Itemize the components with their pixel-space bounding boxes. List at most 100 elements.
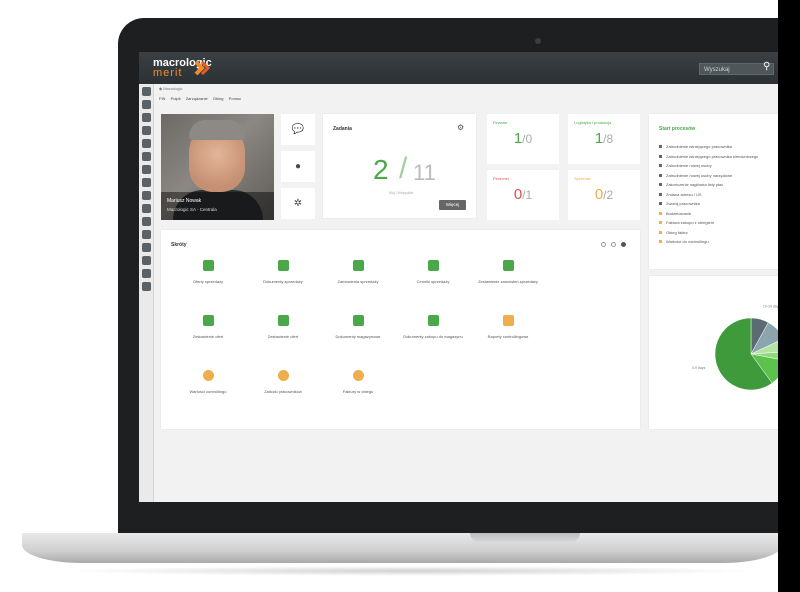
avatar-hair [189,120,245,140]
stat-value: 0 [594,186,604,203]
stat-total: /2 [603,188,614,202]
stat-value: 1 [594,130,604,147]
clock-icon[interactable] [142,269,151,278]
shortcut-label: Zamówienia sprzedaży [337,279,379,284]
stat-total: /1 [522,188,533,202]
chat-button[interactable]: 💬 [281,114,315,145]
laptop-shadow [60,566,760,576]
briefcase-icon[interactable] [142,191,151,200]
start-process-item[interactable]: Zwolnij pracownika [659,201,700,206]
app-header: macrologic merit Wyszukaj ⚲ [139,52,800,84]
breadcrumb[interactable]: ◆ Macrologic [159,86,183,91]
menu-item[interactable]: Pomoc [229,96,241,101]
users-icon[interactable] [142,100,151,109]
shortcuts-title: Skróty [171,242,187,248]
bar-chart-icon[interactable] [142,256,151,265]
bullet-icon [659,164,662,168]
start-process-item[interactable]: Zakończenie nagłówka listy płac [659,182,723,187]
start-process-item[interactable]: Zatrudnienie nowej osoby narzędowe [659,173,732,178]
start-processes-title: Start procesów [659,126,696,132]
more-button[interactable]: Więcej [439,200,466,210]
stat-label: Sprzedaż [574,176,591,181]
shortcut-item[interactable]: Faktury w obiegu [323,370,393,394]
tools-icon[interactable] [142,230,151,239]
box-icon[interactable] [142,165,151,174]
image-edge [778,0,800,592]
home-icon[interactable] [142,87,151,96]
stat-label: Logistyka i produkcja [574,120,612,125]
stat-logistics[interactable]: Logistyka i produkcja 1/8 [568,114,640,164]
shortcut-item[interactable]: Dokumenty zakupu do magazynu [398,315,468,339]
start-process-item[interactable]: Zmiana adresu / US [659,192,702,197]
start-process-item[interactable]: Wartości do controllingu [659,239,709,244]
shortcut-item[interactable]: Zamówienia sprzedaży [323,260,393,284]
shortcut-item[interactable]: Zestawienie zamówień sprzedaży [473,260,543,284]
shortcut-label: Cenniki sprzedaży [416,279,450,284]
stat-value: 1 [513,130,523,147]
tree-icon: ✲ [293,198,303,209]
stat-total: /8 [603,132,614,146]
shortcuts-card: Skróty Oferty sprzedaży Dokumenty sprzeda… [161,230,640,429]
shortcut-item[interactable]: Zaliczki pracowników [248,370,318,394]
start-process-label: Wartości do controllingu [666,239,709,244]
pager-dot[interactable] [601,242,606,247]
money-icon[interactable] [142,243,151,252]
stat-sales[interactable]: Sprzedaż 0/2 [568,170,640,220]
report-icon [502,315,514,326]
factory-icon[interactable] [142,217,151,226]
tree-button[interactable]: ✲ [281,188,315,219]
profile-name: Mariusz Nowak [167,198,202,204]
pie-slice-label: 0-9 days [692,366,706,370]
stat-total: /0 [522,132,533,146]
arrow-icon[interactable] [142,152,151,161]
menu-item[interactable]: Obieg [213,96,224,101]
calculator-icon[interactable] [142,113,151,122]
search-icon[interactable]: ⚲ [763,61,770,72]
globe-button[interactable]: ● [281,151,315,182]
bullet-icon [659,202,662,206]
bullet-icon [659,173,662,177]
shortcut-label: Raporty controllingowe [487,334,529,339]
pager-dot-active[interactable] [621,242,626,247]
start-process-item[interactable]: Zatrudnienie istniejącego pracownika kie… [659,154,758,159]
shortcut-item[interactable]: Dokumenty sprzedaży [248,260,318,284]
chart-icon[interactable] [142,204,151,213]
printer-icon [502,260,514,271]
document-icon [427,260,439,271]
shortcut-item[interactable]: Zestawienie ofert [173,315,243,339]
stat-label: Personel [493,176,509,181]
tasks-total-count: 11 [413,160,436,185]
gear-icon[interactable] [142,178,151,187]
bullet-icon [659,183,662,187]
shortcut-item[interactable]: Zestawienie ofert [248,315,318,339]
printer-icon [202,315,214,326]
tasks-card: Zadania ⚙ 2 / 11 Mój / Wszystkie Więcej [323,114,476,218]
bullet-icon [659,230,662,234]
bullet-icon [659,192,662,196]
shortcut-label: Dokumenty sprzedaży [263,279,303,284]
stat-finance[interactable]: Finanse 1/0 [487,114,559,164]
start-process-item[interactable]: Zatrudnienie nowej osoby [659,163,712,168]
shortcut-item[interactable]: Oferty sprzedaży [173,260,243,284]
start-process-item[interactable]: Faktura zakupu z obiegiem [659,220,714,225]
gear-icon[interactable]: ⚙ [457,123,464,132]
settings-icon[interactable] [142,282,151,291]
stat-personnel[interactable]: Personel 0/1 [487,170,559,220]
menu-item[interactable]: Zarządzanie [186,96,208,101]
shortcut-item[interactable]: Cenniki sprzedaży [398,260,468,284]
shortcut-item[interactable]: Raporty controllingowe [473,315,543,339]
shortcut-item[interactable]: Dokumenty magazynowe [323,315,393,339]
truck-icon[interactable] [142,139,151,148]
globe-icon: ● [294,161,302,172]
start-process-item[interactable]: Zatrudnienie istniejącego pracownika [659,144,732,149]
start-process-item[interactable]: Obieg faktur [659,230,688,235]
profile-card[interactable]: Mariusz Nowak Macrologic SA - Centrala [161,114,274,220]
menu-item[interactable]: FIN [159,96,165,101]
tasks-subtitle: Mój / Wszystkie [389,191,414,195]
start-process-item[interactable]: Budżetowanie [659,211,691,216]
shortcut-item[interactable]: Wartości controllingu [173,370,243,394]
pager-dot[interactable] [611,242,616,247]
menu-item[interactable]: Pulpit [171,96,181,101]
wifi-icon[interactable] [142,126,151,135]
stat-label: Finanse [493,120,508,125]
